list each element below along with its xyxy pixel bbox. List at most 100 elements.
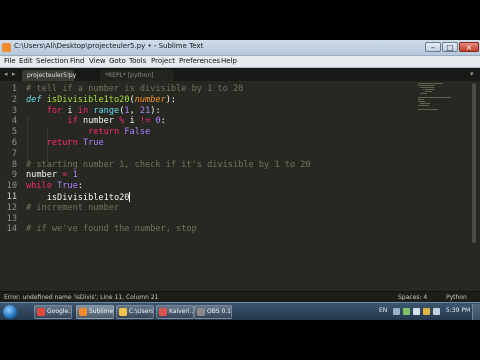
code-line[interactable]: 7 — [0, 149, 470, 160]
code-line[interactable]: 2 def isDivisible1to20(number): — [0, 95, 470, 106]
line-number: 10 — [6, 181, 17, 192]
line-number: 1 — [11, 84, 17, 94]
code-line[interactable]: 14 # if we've found the number, stop — [0, 224, 470, 235]
minimap-line — [420, 103, 430, 104]
code-token: isDivisible1to20 — [26, 193, 130, 203]
network-icon[interactable] — [403, 308, 410, 315]
code-token: range — [93, 105, 120, 116]
code-token: while — [26, 181, 52, 192]
menu-preferences[interactable]: Preferences — [179, 57, 220, 65]
scrollbar-thumb[interactable] — [472, 83, 476, 243]
minimap-line — [418, 105, 429, 106]
tab-close-icon[interactable]: × — [66, 71, 71, 78]
code-text: # increment number — [26, 203, 119, 213]
power-icon[interactable] — [433, 308, 440, 315]
code-token: True — [82, 138, 104, 148]
code-line[interactable]: 11 isDivisible1to20 — [0, 192, 470, 203]
sublime-app-icon — [2, 43, 11, 52]
code-text: while True: — [26, 181, 83, 191]
taskbar-button[interactable]: Google... — [34, 305, 72, 319]
code-token: in — [77, 105, 89, 116]
menu-help[interactable]: Help — [221, 57, 237, 65]
menu-tools[interactable]: Tools — [129, 57, 146, 65]
code-line[interactable]: 12 # increment number — [0, 203, 470, 214]
minimap-line — [422, 89, 435, 90]
taskbar-app-icon — [197, 308, 205, 316]
menu-file[interactable]: File — [4, 57, 16, 65]
code-token: # tell if a number is divisible by 1 to … — [26, 84, 244, 94]
line-number: 3 — [11, 105, 17, 116]
tab-strip: ◂ ▸ projecteuler5.py × *REPL* [python] ▾ — [0, 68, 480, 81]
code-token: , — [129, 105, 140, 116]
code-token: : — [77, 181, 83, 192]
close-window-button[interactable]: × — [459, 42, 479, 52]
vertical-scrollbar[interactable] — [470, 81, 478, 291]
code-token: i — [124, 116, 140, 127]
tray-arrow-icon[interactable] — [393, 308, 400, 315]
code-line[interactable]: 5 return False — [0, 127, 470, 138]
tab-list-dropdown-icon[interactable]: ▾ — [470, 70, 474, 78]
maximize-button[interactable]: □ — [442, 42, 458, 52]
code-line[interactable]: 13 — [0, 214, 470, 225]
code-token: for — [46, 105, 63, 116]
taskbar-button-label: Google... — [47, 308, 72, 315]
code-token: ): — [150, 105, 161, 116]
show-desktop-button[interactable] — [472, 304, 480, 320]
code-line[interactable]: 1 # tell if a number is divisible by 1 to… — [0, 84, 470, 95]
tab-scroll-left-icon[interactable]: ◂ — [4, 70, 8, 78]
code-text: # tell if a number is divisible by 1 to … — [26, 84, 243, 94]
code-token: return — [46, 138, 78, 148]
code-line[interactable]: 8 # starting number 1, check if it's divi… — [0, 160, 470, 171]
minimap[interactable] — [418, 81, 466, 291]
menu-bar: File Edit Selection Find View Goto Tools… — [0, 56, 480, 68]
taskbar-button[interactable]: C:\Users... — [116, 305, 154, 319]
code-text: return True — [26, 138, 104, 148]
menu-project[interactable]: Project — [151, 57, 175, 65]
code-text: if number % i != 0: — [26, 116, 165, 127]
menu-edit[interactable]: Edit — [19, 57, 33, 65]
tab-scroll-right-icon[interactable]: ▸ — [12, 70, 16, 78]
code-text: return False — [26, 127, 150, 137]
start-button[interactable] — [3, 305, 17, 319]
input-language[interactable]: EN — [379, 307, 387, 314]
windows-taskbar: EN 5:39 PM Google... Sublime... C:\Users..… — [0, 302, 480, 321]
sublime-text-window: C:\Users\Ali\Desktop\projecteuler5.py • … — [0, 40, 480, 321]
line-number: 8 — [11, 159, 17, 170]
taskbar-app-icon — [119, 308, 127, 316]
code-token: number — [26, 170, 63, 181]
taskbar-button[interactable]: Kalveri... — [156, 305, 194, 319]
menu-find[interactable]: Find — [70, 57, 84, 65]
code-token: isDivisible1to20 — [46, 94, 130, 105]
code-line[interactable]: 6 return True — [0, 138, 470, 149]
code-editor[interactable]: 1 # tell if a number is divisible by 1 to… — [0, 81, 480, 291]
tab-repl-python[interactable]: *REPL* [python] — [100, 70, 174, 81]
code-token: 21 — [139, 105, 151, 116]
line-number: 14 — [6, 224, 17, 235]
line-number: 5 — [11, 127, 17, 138]
menu-goto[interactable]: Goto — [109, 57, 126, 65]
menu-view[interactable]: View — [89, 57, 106, 65]
line-number: 4 — [11, 116, 17, 127]
code-line[interactable]: 3 for i in range(1, 21): — [0, 106, 470, 117]
code-text: isDivisible1to20 — [26, 192, 131, 203]
volume-icon[interactable] — [413, 308, 420, 315]
taskbar-button-label: C:\Users... — [129, 308, 154, 315]
action-center-icon[interactable] — [423, 308, 430, 315]
code-text: def isDivisible1to20(number): — [26, 95, 176, 105]
line-number: 2 — [11, 94, 17, 105]
code-line[interactable]: 4 if number % i != 0: — [0, 116, 470, 127]
menu-selection[interactable]: Selection — [36, 57, 68, 65]
code-line[interactable]: 9 number = 1 — [0, 170, 470, 181]
clock[interactable]: 5:39 PM — [446, 307, 470, 314]
taskbar-button[interactable]: OBS 0.1... — [194, 305, 232, 319]
letterbox-top — [0, 0, 480, 40]
text-cursor — [129, 192, 131, 202]
minimap-line — [425, 91, 433, 92]
minimize-button[interactable]: – — [425, 42, 441, 52]
minimap-line — [418, 109, 438, 110]
code-line[interactable]: 10 while True: — [0, 181, 470, 192]
minimap-line — [420, 93, 427, 94]
code-token: != — [139, 116, 151, 127]
taskbar-button[interactable]: Sublime... — [76, 305, 114, 319]
